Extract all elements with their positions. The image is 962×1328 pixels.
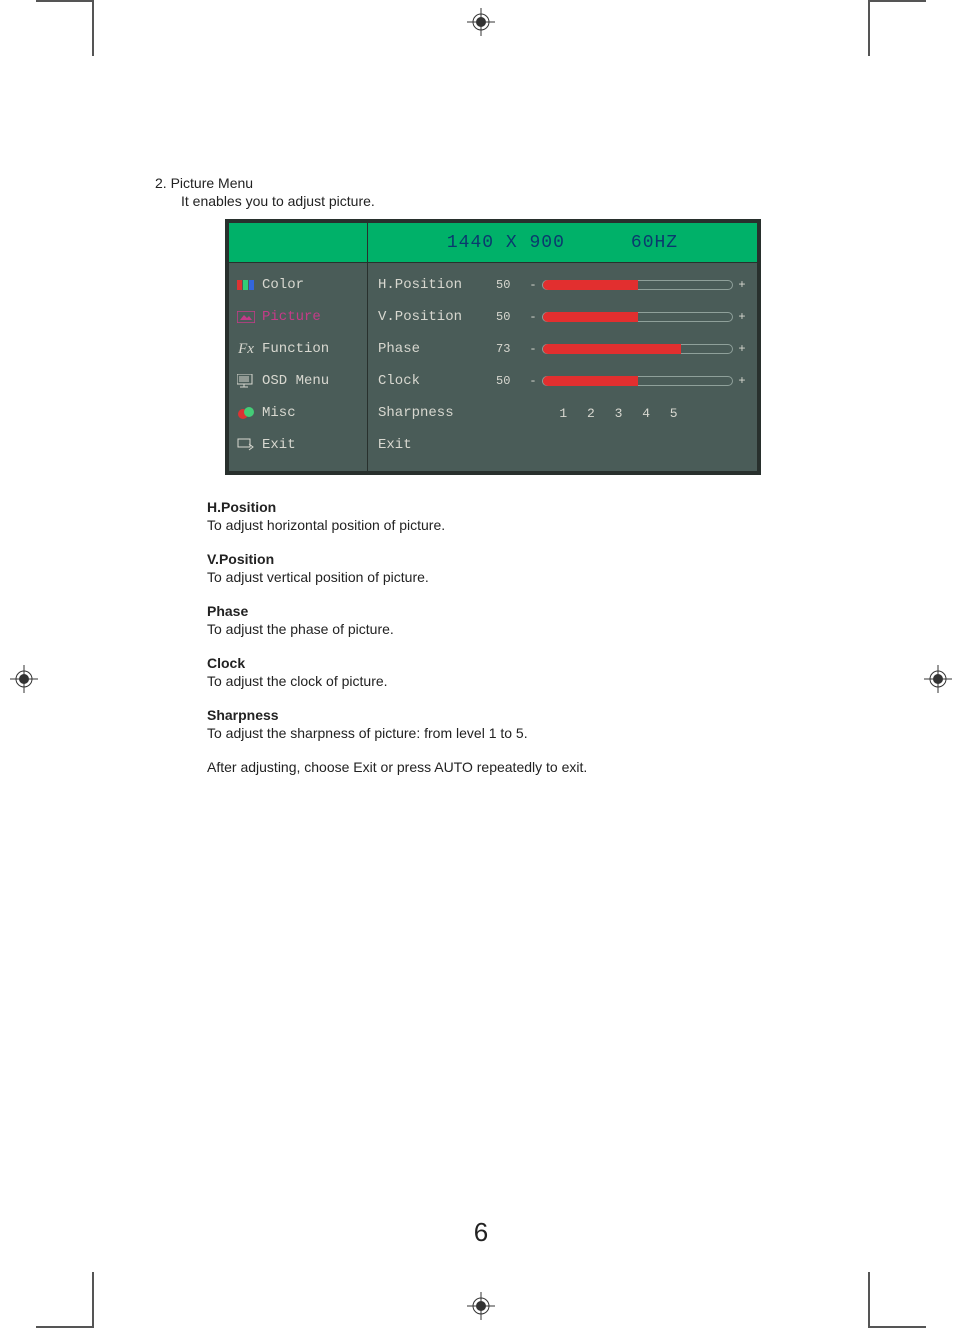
color-icon [237,278,255,292]
def-title: Clock [207,655,855,671]
osd-main: H.Position 50 - + V.Position 50 - + [368,263,757,471]
row-label: Sharpness [378,405,496,421]
def-clock: Clock To adjust the clock of picture. [207,655,855,689]
def-vposition: V.Position To adjust vertical position o… [207,551,855,585]
misc-icon [237,406,255,420]
def-desc: To adjust the phase of picture. [207,621,855,637]
sidebar-item-label: Function [262,341,329,357]
osd-header: 1440 X 900 60HZ [229,223,757,263]
slider-track[interactable] [542,376,733,386]
def-title: Phase [207,603,855,619]
plus-icon: + [737,310,747,324]
section-title: 2. Picture Menu [155,175,855,191]
sidebar-item-color[interactable]: Color [229,269,367,301]
row-exit[interactable]: Exit [378,429,747,461]
osd-header-blank [229,223,368,263]
def-desc: To adjust vertical position of picture. [207,569,855,585]
sidebar-item-misc[interactable]: Misc [229,397,367,429]
resolution-text: 1440 X 900 [447,233,565,253]
crop-mark [870,0,926,2]
sidebar-item-label: OSD Menu [262,373,329,389]
registration-mark-icon [924,665,952,693]
sharpness-options: 1 2 3 4 5 [496,406,747,421]
def-footer: After adjusting, choose Exit or press AU… [207,759,855,775]
row-label: Phase [378,341,496,357]
row-label: V.Position [378,309,496,325]
row-label: Exit [378,437,496,453]
plus-icon: + [737,374,747,388]
def-title: H.Position [207,499,855,515]
def-desc: To adjust the sharpness of picture: from… [207,725,855,741]
def-footer-text: After adjusting, choose Exit or press AU… [207,759,855,775]
slider-track[interactable] [542,312,733,322]
def-title: V.Position [207,551,855,567]
minus-icon: - [528,342,538,356]
crop-mark [92,1272,94,1328]
slider-track[interactable] [542,344,733,354]
row-sharpness[interactable]: Sharpness 1 2 3 4 5 [378,397,747,429]
exit-icon [237,438,255,452]
minus-icon: - [528,310,538,324]
registration-mark-icon [467,1292,495,1320]
def-desc: To adjust the clock of picture. [207,673,855,689]
row-hposition[interactable]: H.Position 50 - + [378,269,747,301]
def-desc: To adjust horizontal position of picture… [207,517,855,533]
slider-fill [543,280,638,290]
minus-icon: - [528,278,538,292]
slider-fill [543,312,638,322]
sidebar-item-label: Color [262,277,304,293]
definitions: H.Position To adjust horizontal position… [207,499,855,775]
function-icon: Fx [237,342,255,356]
crop-mark [868,1272,870,1328]
osd-header-title: 1440 X 900 60HZ [368,223,757,263]
sidebar-item-label: Picture [262,309,321,325]
row-value: 73 [496,342,528,356]
section-description: It enables you to adjust picture. [181,193,855,209]
plus-icon: + [737,342,747,356]
def-hposition: H.Position To adjust horizontal position… [207,499,855,533]
crop-mark [92,0,94,56]
sidebar-item-exit[interactable]: Exit [229,429,367,461]
slider-fill [543,376,638,386]
page: 2. Picture Menu It enables you to adjust… [0,0,962,1328]
slider-fill [543,344,681,354]
picture-icon [237,310,255,324]
osd-menu-icon [237,374,255,388]
sidebar-item-label: Misc [262,405,296,421]
osd-screenshot: 1440 X 900 60HZ Color [225,219,761,475]
sidebar-item-function[interactable]: Fx Function [229,333,367,365]
minus-icon: - [528,374,538,388]
def-phase: Phase To adjust the phase of picture. [207,603,855,637]
content-area: 2. Picture Menu It enables you to adjust… [155,175,855,793]
plus-icon: + [737,278,747,292]
registration-mark-icon [467,8,495,36]
refresh-text: 60HZ [631,233,678,253]
slider-track[interactable] [542,280,733,290]
osd-body: Color Picture Fx Function [229,263,757,471]
row-value: 50 [496,374,528,388]
row-label: Clock [378,373,496,389]
sidebar-item-label: Exit [262,437,296,453]
sidebar-item-picture[interactable]: Picture [229,301,367,333]
def-sharpness: Sharpness To adjust the sharpness of pic… [207,707,855,741]
def-title: Sharpness [207,707,855,723]
row-value: 50 [496,278,528,292]
crop-mark [36,0,92,2]
row-phase[interactable]: Phase 73 - + [378,333,747,365]
crop-mark [868,0,870,56]
row-vposition[interactable]: V.Position 50 - + [378,301,747,333]
row-value: 50 [496,310,528,324]
row-clock[interactable]: Clock 50 - + [378,365,747,397]
page-number: 6 [0,1217,962,1248]
osd-sidebar: Color Picture Fx Function [229,263,368,471]
row-label: H.Position [378,277,496,293]
sidebar-item-osd-menu[interactable]: OSD Menu [229,365,367,397]
registration-mark-icon [10,665,38,693]
